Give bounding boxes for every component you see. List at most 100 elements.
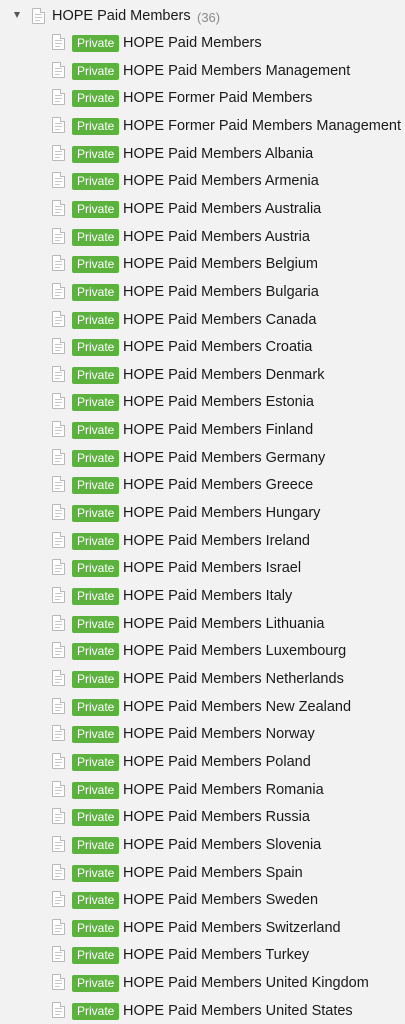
tree-item[interactable]: Private HOPE Paid Members bbox=[0, 30, 405, 56]
tree-item-label: HOPE Paid Members Austria bbox=[123, 228, 310, 245]
tree-root-row[interactable]: HOPE Paid Members (36) bbox=[0, 3, 405, 29]
document-icon bbox=[52, 974, 65, 991]
tree-item[interactable]: Private HOPE Former Paid Members bbox=[0, 85, 405, 111]
private-badge: Private bbox=[72, 256, 120, 274]
document-icon bbox=[52, 144, 65, 161]
tree-item-label: HOPE Paid Members United States bbox=[123, 1002, 353, 1019]
tree-item[interactable]: Private HOPE Paid Members Albania bbox=[0, 141, 405, 167]
tree-item-label: HOPE Paid Members Denmark bbox=[123, 366, 325, 383]
private-badge: Private bbox=[72, 864, 120, 882]
tree-item[interactable]: Private HOPE Paid Members Management bbox=[0, 58, 405, 84]
document-icon bbox=[52, 697, 65, 714]
tree-item[interactable]: Private HOPE Paid Members Hungary bbox=[0, 500, 405, 526]
tree-item-label: HOPE Paid Members bbox=[123, 35, 262, 51]
tree-item-label: HOPE Paid Members Russia bbox=[123, 809, 310, 826]
document-icon bbox=[52, 421, 65, 438]
tree-item[interactable]: Private HOPE Paid Members Finland bbox=[0, 417, 405, 443]
private-badge: Private bbox=[72, 145, 120, 163]
document-icon bbox=[52, 752, 65, 769]
document-icon bbox=[52, 61, 65, 78]
private-badge: Private bbox=[72, 532, 120, 550]
tree-item-label: HOPE Paid Members Management bbox=[123, 62, 351, 79]
document-icon bbox=[52, 172, 65, 189]
tree-item[interactable]: Private HOPE Paid Members Austria bbox=[0, 224, 405, 250]
tree-item[interactable]: Private HOPE Paid Members Armenia bbox=[0, 168, 405, 194]
private-badge: Private bbox=[72, 366, 120, 384]
tree-item[interactable]: Private HOPE Paid Members Lithuania bbox=[0, 611, 405, 637]
tree-item-label: HOPE Former Paid Members bbox=[123, 90, 313, 107]
tree-item-label: HOPE Paid Members Finland bbox=[123, 422, 314, 439]
tree-item-label: HOPE Paid Members Greece bbox=[123, 477, 314, 494]
tree-item[interactable]: Private HOPE Paid Members Norway bbox=[0, 721, 405, 747]
tree-item[interactable]: Private HOPE Paid Members Sweden bbox=[0, 887, 405, 913]
document-icon bbox=[52, 946, 65, 963]
tree-item-label: HOPE Paid Members Netherlands bbox=[123, 670, 344, 687]
tree-root-label: HOPE Paid Members bbox=[52, 8, 191, 24]
private-badge: Private bbox=[72, 477, 120, 495]
tree-item[interactable]: Private HOPE Paid Members Germany bbox=[0, 445, 405, 471]
private-badge: Private bbox=[72, 394, 120, 412]
tree-item[interactable]: Private HOPE Paid Members Italy bbox=[0, 583, 405, 609]
tree-root-count: (36) bbox=[197, 10, 221, 25]
tree-item[interactable]: Private HOPE Former Paid Members Manageme… bbox=[0, 113, 405, 139]
tree-item-label: HOPE Paid Members New Zealand bbox=[123, 698, 352, 715]
document-icon bbox=[52, 531, 65, 548]
tree-item[interactable]: Private HOPE Paid Members Belgium bbox=[0, 251, 405, 277]
tree-item[interactable]: Private HOPE Paid Members Poland bbox=[0, 749, 405, 775]
tree-item-label: HOPE Former Paid Members Management bbox=[123, 117, 402, 134]
private-badge: Private bbox=[72, 836, 120, 854]
tree-item[interactable]: Private HOPE Paid Members Ireland bbox=[0, 528, 405, 554]
document-icon bbox=[52, 891, 65, 908]
tree-item-label: HOPE Paid Members Spain bbox=[123, 864, 303, 881]
tree-item-label: HOPE Paid Members Lithuania bbox=[123, 615, 325, 632]
tree-item-label: HOPE Paid Members Slovenia bbox=[123, 836, 322, 853]
tree-item[interactable]: Private HOPE Paid Members Russia bbox=[0, 804, 405, 830]
tree-item[interactable]: Private HOPE Paid Members Canada bbox=[0, 307, 405, 333]
tree-item[interactable]: Private HOPE Paid Members Spain bbox=[0, 860, 405, 886]
tree-item[interactable]: Private HOPE Paid Members Greece bbox=[0, 472, 405, 498]
tree-item-label: HOPE Paid Members Canada bbox=[123, 311, 317, 328]
private-badge: Private bbox=[72, 35, 120, 52]
document-icon bbox=[52, 587, 65, 603]
tree-item[interactable]: Private HOPE Paid Members Romania bbox=[0, 777, 405, 803]
private-badge: Private bbox=[72, 892, 120, 910]
tree-item-label: HOPE Paid Members Norway bbox=[123, 726, 315, 743]
document-icon bbox=[52, 89, 65, 106]
private-badge: Private bbox=[72, 90, 120, 108]
tree-item[interactable]: Private HOPE Paid Members Netherlands bbox=[0, 666, 405, 692]
tree-item[interactable]: Private HOPE Paid Members Denmark bbox=[0, 362, 405, 388]
tree-item-label: HOPE Paid Members Australia bbox=[123, 200, 322, 217]
private-badge: Private bbox=[72, 1002, 120, 1020]
tree-item-label: HOPE Paid Members Poland bbox=[123, 753, 311, 770]
private-badge: Private bbox=[72, 505, 120, 523]
private-badge: Private bbox=[72, 670, 120, 688]
tree-item[interactable]: Private HOPE Paid Members United Kingdom bbox=[0, 970, 405, 996]
tree-item[interactable]: Private HOPE Paid Members Israel bbox=[0, 555, 405, 581]
tree-item[interactable]: Private HOPE Paid Members Australia bbox=[0, 196, 405, 222]
tree-item[interactable]: Private HOPE Paid Members Estonia bbox=[0, 389, 405, 415]
tree-item[interactable]: Private HOPE Paid Members United States bbox=[0, 998, 405, 1024]
tree-item[interactable]: Private HOPE Paid Members Switzerland bbox=[0, 915, 405, 941]
tree-item[interactable]: Private HOPE Paid Members Bulgaria bbox=[0, 279, 405, 305]
tree-item-label: HOPE Paid Members Israel bbox=[123, 560, 302, 577]
tree-item-label: HOPE Paid Members Belgium bbox=[123, 256, 319, 273]
private-badge: Private bbox=[72, 753, 120, 771]
document-icon bbox=[52, 227, 65, 244]
private-badge: Private bbox=[72, 975, 120, 993]
tree-item[interactable]: Private HOPE Paid Members Croatia bbox=[0, 334, 405, 360]
document-icon bbox=[32, 8, 45, 24]
tree-item[interactable]: Private HOPE Paid Members Turkey bbox=[0, 942, 405, 968]
tree-item[interactable]: Private HOPE Paid Members Slovenia bbox=[0, 832, 405, 858]
tree-item-label: HOPE Paid Members Turkey bbox=[123, 947, 310, 964]
tree-item-label: HOPE Paid Members Germany bbox=[123, 449, 326, 466]
tree-item-label: HOPE Paid Members Bulgaria bbox=[123, 283, 319, 300]
disclosure-triangle-icon[interactable] bbox=[14, 12, 20, 18]
private-badge: Private bbox=[72, 117, 120, 135]
tree-item-label: HOPE Paid Members Estonia bbox=[123, 394, 314, 411]
private-badge: Private bbox=[72, 947, 120, 965]
tree-item[interactable]: Private HOPE Paid Members Luxembourg bbox=[0, 638, 405, 664]
document-icon bbox=[52, 835, 65, 852]
private-badge: Private bbox=[72, 228, 120, 246]
tree-item-label: HOPE Paid Members Sweden bbox=[123, 892, 319, 909]
tree-item[interactable]: Private HOPE Paid Members New Zealand bbox=[0, 694, 405, 720]
